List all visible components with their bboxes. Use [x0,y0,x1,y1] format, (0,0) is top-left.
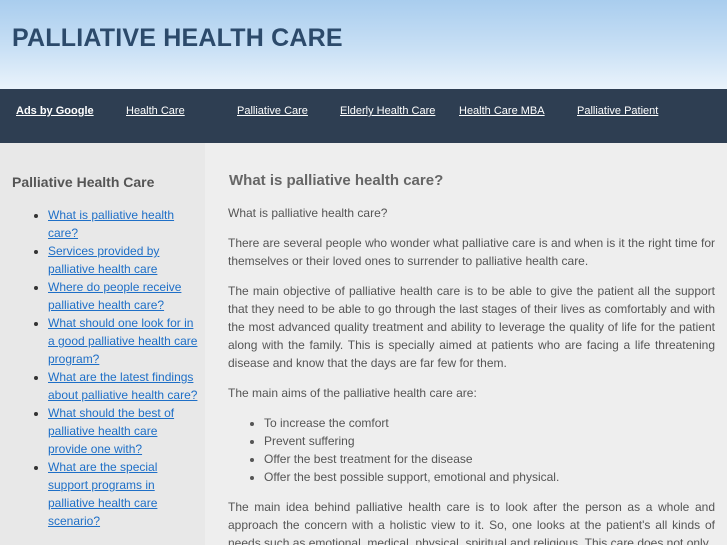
sidebar-list-item: Services provided by palliative health c… [48,242,198,278]
article-paragraph: The main objective of palliative health … [228,284,715,370]
sidebar-link-where[interactable]: Where do people receive palliative healt… [48,280,181,312]
top-navigation: Ads by Google Health Care Palliative Car… [0,89,727,143]
nav-link-health-care-mba[interactable]: Health Care MBA [459,105,545,117]
aims-list-item: To increase the comfort [264,414,715,432]
sidebar-list-item: What should the best of palliative healt… [48,404,198,458]
sidebar-link-what-is[interactable]: What is palliative health care? [48,208,174,240]
main-content: What is palliative health care? What is … [205,143,727,545]
article-intro: What is palliative health care? [228,206,388,220]
sidebar-list-item: Where do people receive palliative healt… [48,278,198,314]
sidebar-link-best-provide[interactable]: What should the best of palliative healt… [48,406,174,456]
site-header: PALLIATIVE HEALTH CARE [0,0,727,89]
aims-list-item: Offer the best possible support, emotion… [264,468,715,486]
sidebar-link-services[interactable]: Services provided by palliative health c… [48,244,159,276]
article-body: What is palliative health care? There ar… [228,204,715,545]
article-heading: What is palliative health care? [229,172,444,189]
sidebar-list-item: What is palliative health care? [48,206,198,242]
sidebar-link-look-for[interactable]: What should one look for in a good palli… [48,316,197,366]
nav-link-health-care[interactable]: Health Care [126,105,185,117]
aims-list: To increase the comfort Prevent sufferin… [228,414,715,486]
nav-link-elderly-health-care[interactable]: Elderly Health Care [340,105,435,117]
nav-link-palliative-care[interactable]: Palliative Care [237,105,308,117]
article-paragraph: The main aims of the palliative health c… [228,386,477,400]
sidebar-link-list: What is palliative health care? Services… [20,206,198,530]
aims-list-item: Prevent suffering [264,432,715,450]
sidebar: Palliative Health Care What is palliativ… [0,143,205,545]
site-title[interactable]: PALLIATIVE HEALTH CARE [12,24,343,53]
aims-list-item: Offer the best treatment for the disease [264,450,715,468]
sidebar-list-item: What are the latest findings about palli… [48,368,198,404]
sidebar-title: Palliative Health Care [12,174,155,190]
nav-link-palliative-patient[interactable]: Palliative Patient [577,105,658,117]
sidebar-link-support-programs[interactable]: What are the special support programs in… [48,460,157,528]
sidebar-list-item: What are the special support programs in… [48,458,198,530]
nav-ads-by-google[interactable]: Ads by Google [16,105,94,117]
sidebar-list-item: What should one look for in a good palli… [48,314,198,368]
article-paragraph: The main idea behind palliative health c… [228,500,715,545]
article-paragraph: There are several people who wonder what… [228,236,715,268]
sidebar-link-latest-findings[interactable]: What are the latest findings about palli… [48,370,197,402]
